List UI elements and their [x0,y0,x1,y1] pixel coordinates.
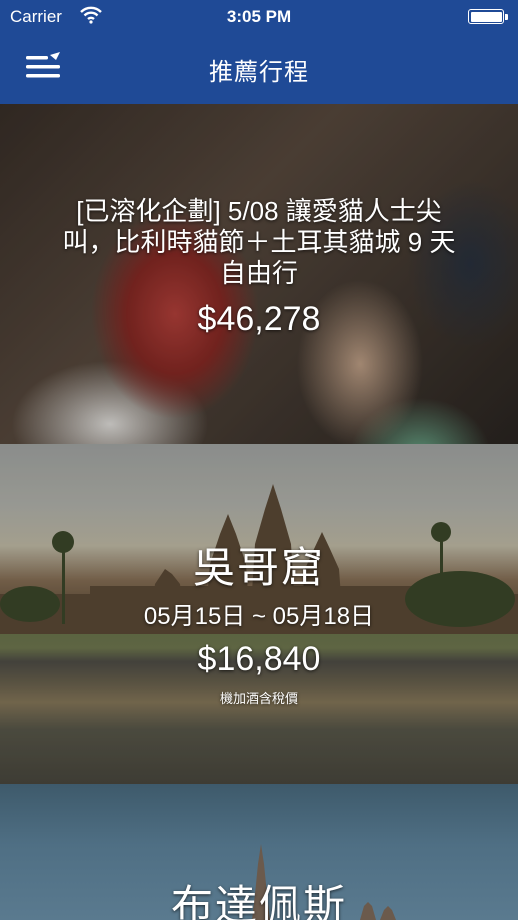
tour-card-angkor-wat[interactable]: 吳哥窟 05月15日 ~ 05月18日 $16,840 機加酒含稅價 [0,444,518,784]
card-title: 布達佩斯 [170,882,347,920]
card-title: 吳哥窟 [192,544,325,591]
tour-card-cat-festival[interactable]: [已溶化企劃] 5/08 讓愛貓人士尖叫，比利時貓節＋土耳其貓城 9 天自由行 … [0,104,518,444]
navigation-bar: 推薦行程 [0,34,518,104]
battery-icon [468,9,508,24]
card-price: $46,278 [197,300,321,338]
card-dates: 05月15日 ~ 05月18日 [143,603,375,630]
status-bar: Carrier 3:05 PM [0,0,518,34]
status-time: 3:05 PM [226,7,292,26]
card-price-note: 機加酒含稅價 [219,691,298,706]
page-title: 推薦行程 [209,59,309,86]
tour-card-budapest[interactable]: 布達佩斯 [0,784,518,920]
card-price: $16,840 [197,640,321,678]
card-title: [已溶化企劃] 5/08 讓愛貓人士尖叫，比利時貓節＋土耳其貓城 9 天自由行 [62,196,456,288]
